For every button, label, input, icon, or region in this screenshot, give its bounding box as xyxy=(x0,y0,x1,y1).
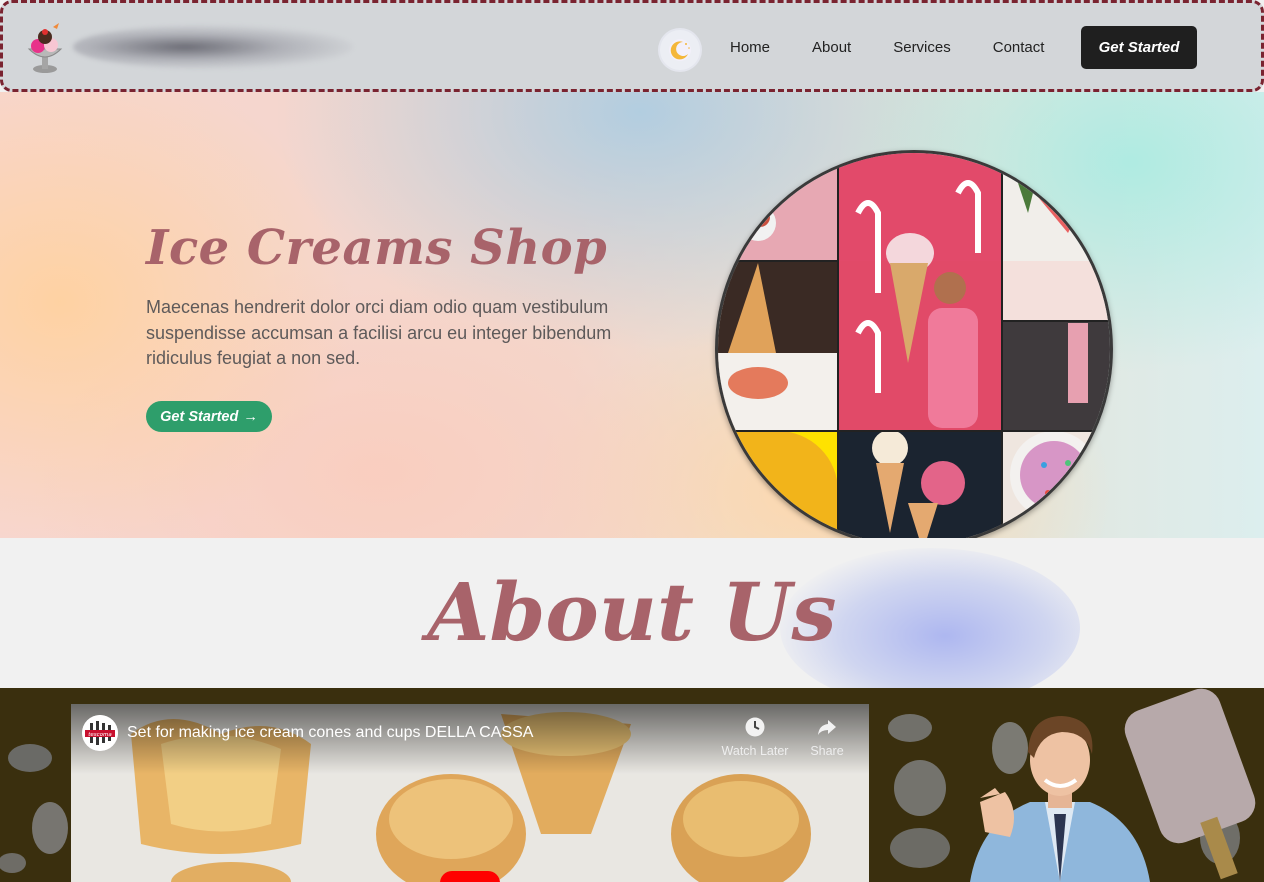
share-arrow-icon xyxy=(818,720,836,735)
pointing-man-image xyxy=(970,716,1150,882)
share-button[interactable]: Share xyxy=(792,716,862,758)
hero-section: Ice Creams Shop Maecenas hendrerit dolor… xyxy=(0,92,1264,538)
nav-home-link[interactable]: Home xyxy=(709,26,791,70)
moon-icon xyxy=(669,39,691,61)
arrow-right-icon: → xyxy=(243,408,258,425)
nav-contact-link[interactable]: Contact xyxy=(972,26,1066,70)
watch-later-label: Watch Later xyxy=(721,744,789,758)
theme-toggle-button[interactable] xyxy=(660,30,700,70)
about-title: About Us xyxy=(427,565,837,659)
tescoma-logo-icon: tescoma xyxy=(82,715,118,751)
main-nav: Home About Services Contact xyxy=(709,26,1065,70)
header-get-started-button[interactable]: Get Started xyxy=(1081,26,1197,69)
hero-description: Maecenas hendrerit dolor orci diam odio … xyxy=(146,297,612,368)
blurred-brand-name xyxy=(73,25,353,69)
youtube-video-player[interactable]: tescoma Set for making ice cream cones a… xyxy=(71,704,869,882)
clock-icon xyxy=(745,717,765,737)
watch-later-button[interactable]: Watch Later xyxy=(720,716,790,758)
video-title[interactable]: Set for making ice cream cones and cups … xyxy=(127,724,533,742)
site-header: Home About Services Contact Get Started xyxy=(0,0,1264,92)
nav-services-link[interactable]: Services xyxy=(872,26,972,70)
channel-logo-text: tescoma xyxy=(88,732,112,738)
ice-cream-collage-image xyxy=(715,150,1113,538)
video-section: tescoma Set for making ice cream cones a… xyxy=(0,688,1264,882)
share-label: Share xyxy=(810,744,844,758)
ice-cream-logo-icon[interactable] xyxy=(25,19,69,79)
hero-cta-label: Get Started xyxy=(160,408,239,425)
hero-get-started-button[interactable]: Get Started → xyxy=(146,401,272,432)
youtube-play-icon[interactable] xyxy=(440,871,500,882)
hero-title: Ice Creams Shop xyxy=(146,220,608,276)
channel-avatar[interactable]: tescoma xyxy=(82,715,118,751)
nav-about-link[interactable]: About xyxy=(791,26,872,70)
about-section: About Us xyxy=(0,538,1264,688)
